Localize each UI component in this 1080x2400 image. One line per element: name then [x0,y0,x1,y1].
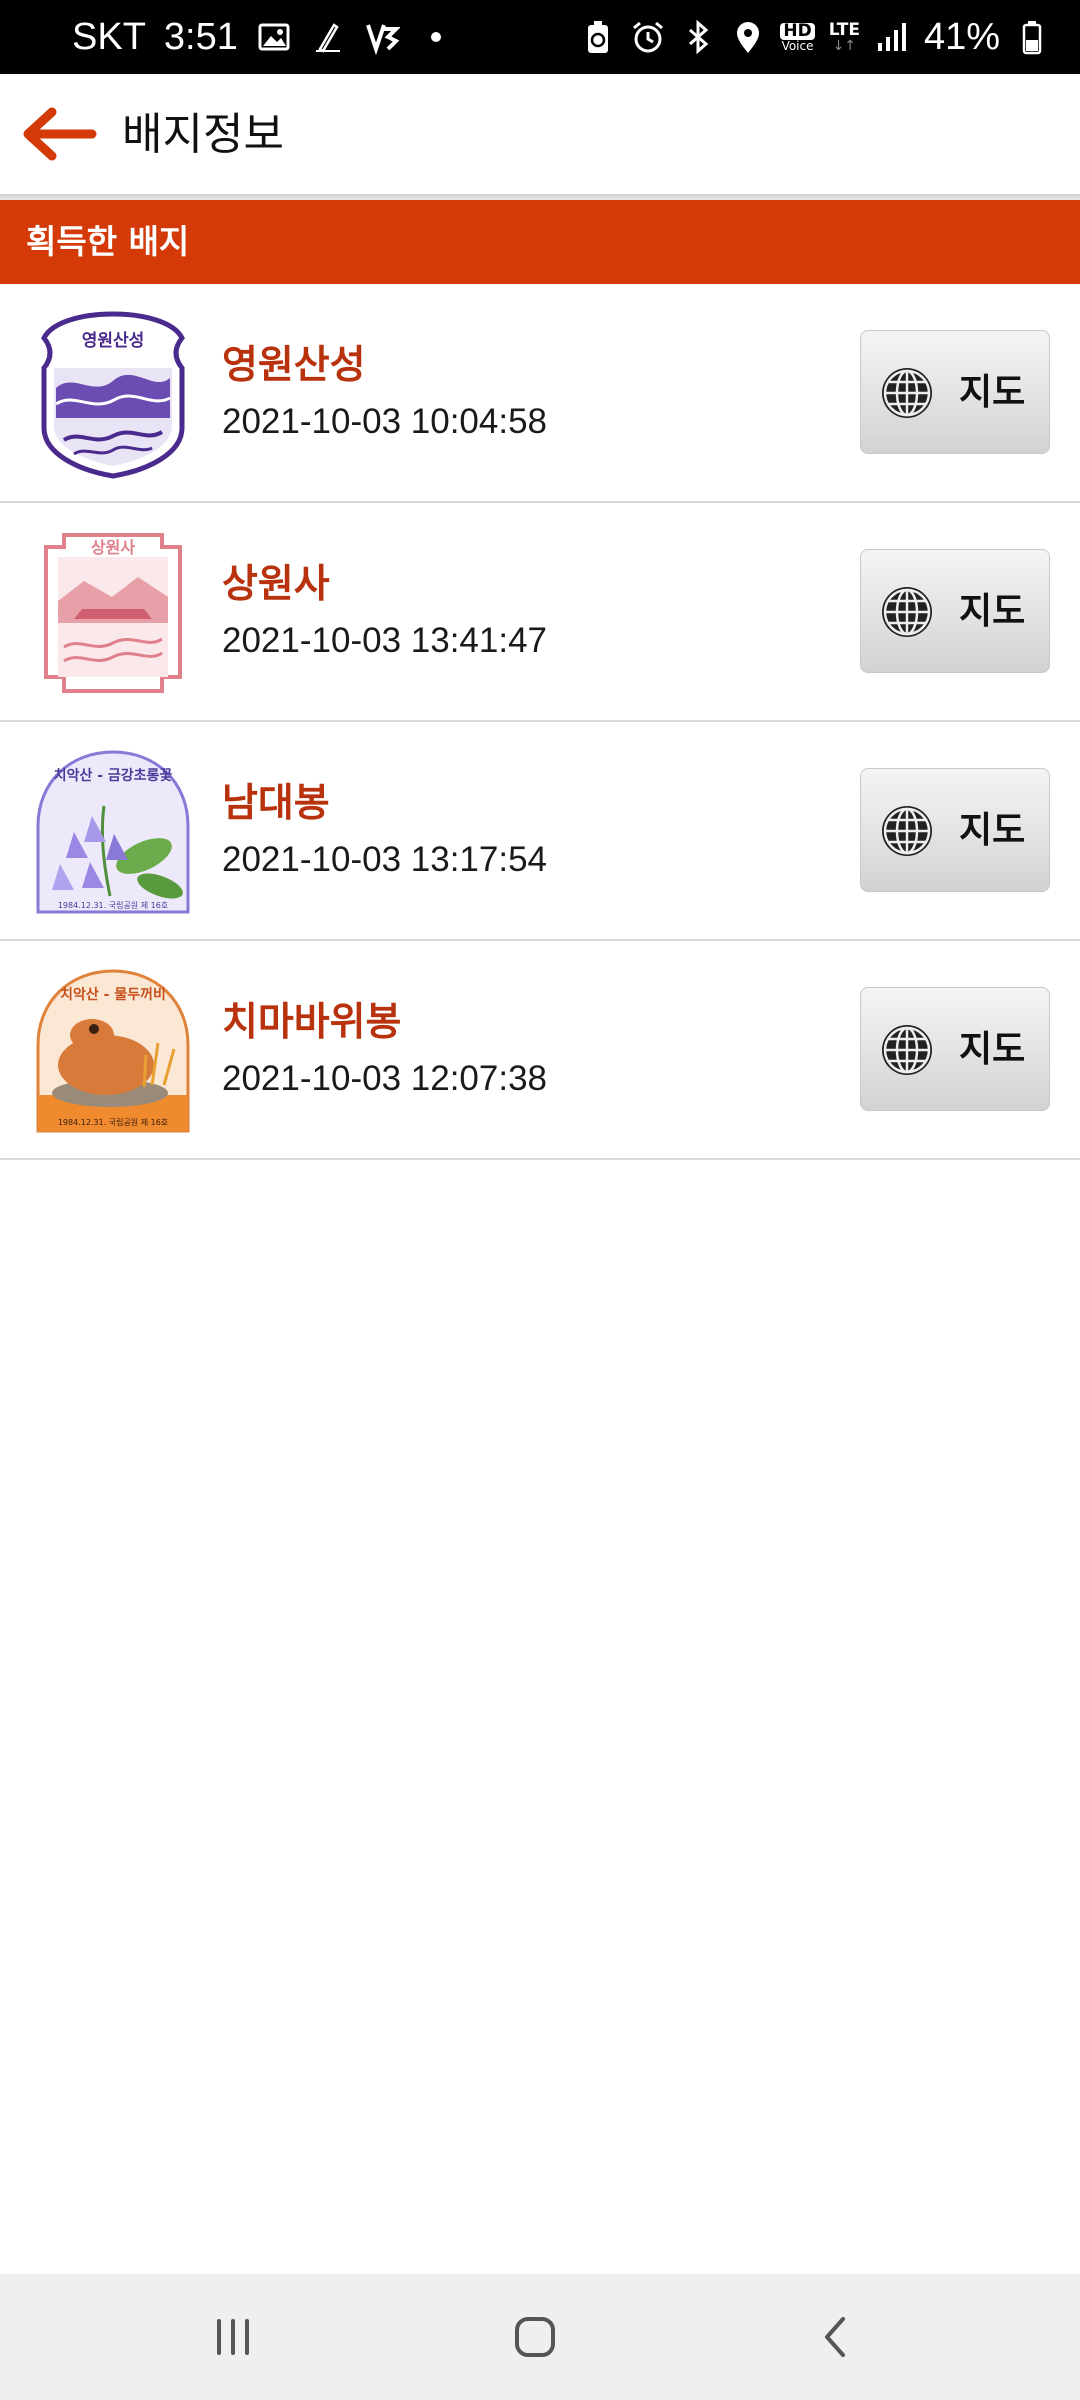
hd-voice-icon: HD Voice [780,22,815,53]
globe-icon [879,1022,935,1078]
pen-icon [310,19,346,55]
carrier-label: SKT [72,15,146,58]
badge-name: 남대봉 [222,781,330,826]
app-bar: 배지정보 [0,74,1080,196]
section-header-label: 획득한 배지 [26,222,190,261]
gallery-icon [256,19,292,55]
system-back-button[interactable] [792,2302,882,2372]
data-arrows-icon: ↓↑ [832,37,857,54]
home-button[interactable] [490,2302,580,2372]
home-icon [515,2317,555,2357]
lte-label: LTE [828,19,860,40]
badge-date: 2021-10-03 10:04:58 [222,402,547,441]
status-bar: SKT 3:51 HD Voice LTE ↓↑ 41% [0,0,1080,74]
globe-icon [879,584,935,640]
signal-icon [874,19,910,55]
badge-row[interactable]: 치악산 - 금강초롱꽃 1984.12.31. 국립공원 제 16호 남대봉 2… [0,722,1080,941]
hd-label: HD [780,22,815,40]
back-arrow-icon [23,107,97,161]
lte-icon: LTE ↓↑ [828,19,860,54]
badge-date: 2021-10-03 12:07:38 [222,1059,547,1098]
map-button[interactable]: 지도 [860,549,1050,673]
badge-name: 영원산성 [222,343,366,388]
battery-saver-icon [580,19,616,55]
location-icon [730,19,766,55]
badge-list: 영원산성 영원산성 2021-10-03 10:04:58 지도 상원사 상원사 [0,284,1080,1160]
map-button[interactable]: 지도 [860,330,1050,454]
badge-caption: 상원사 [91,538,135,557]
v3-icon [364,19,401,56]
battery-percent: 41% [923,15,1000,58]
map-button-label: 지도 [959,810,1026,851]
map-button-label: 지도 [959,591,1026,632]
map-button[interactable]: 지도 [860,768,1050,892]
badge-date: 2021-10-03 13:41:47 [222,621,547,660]
alarm-icon [630,19,666,55]
badge-row[interactable]: 영원산성 영원산성 2021-10-03 10:04:58 지도 [0,284,1080,503]
badge-footer: 1984.12.31. 국립공원 제 16호 [58,1118,168,1127]
globe-icon [879,803,935,859]
page-title: 배지정보 [122,109,284,160]
battery-icon [1014,19,1050,55]
badge-date: 2021-10-03 13:17:54 [222,840,547,879]
navigation-bar [0,2274,1080,2400]
bluetooth-icon [680,19,716,55]
clock: 3:51 [163,15,238,58]
badge-image-bellflower: 치악산 - 금강초롱꽃 1984.12.31. 국립공원 제 16호 [34,746,192,918]
map-button-label: 지도 [959,1029,1026,1070]
badge-caption: 치악산 - 물두꺼비 [60,986,166,1003]
back-icon [825,2317,845,2357]
voice-label: Voice [781,38,814,53]
badge-image-fortress: 영원산성 [34,308,192,480]
back-button[interactable] [18,102,98,166]
badge-name: 치마바위봉 [222,1000,402,1045]
badge-footer: 1984.12.31. 국립공원 제 16호 [58,901,168,910]
badge-image-temple: 상원사 [34,527,192,699]
badge-row[interactable]: 치악산 - 물두꺼비 1984.12.31. 국립공원 제 16호 치마바위봉 … [0,941,1080,1160]
badge-name: 상원사 [222,562,330,607]
recent-apps-icon [217,2319,249,2355]
badge-row[interactable]: 상원사 상원사 2021-10-03 13:41:47 지도 [0,503,1080,722]
badge-caption: 영원산성 [82,331,145,351]
badge-caption: 치악산 - 금강초롱꽃 [54,767,173,784]
status-bar-left: SKT 3:51 [72,0,454,74]
globe-icon [879,365,935,421]
map-button[interactable]: 지도 [860,987,1050,1111]
dot-icon [418,19,454,55]
badge-image-toad: 치악산 - 물두꺼비 1984.12.31. 국립공원 제 16호 [34,965,192,1137]
section-header: 획득한 배지 [0,200,1080,284]
map-button-label: 지도 [959,372,1026,413]
status-bar-right: HD Voice LTE ↓↑ 41% [580,0,1050,74]
recent-apps-button[interactable] [188,2302,278,2372]
